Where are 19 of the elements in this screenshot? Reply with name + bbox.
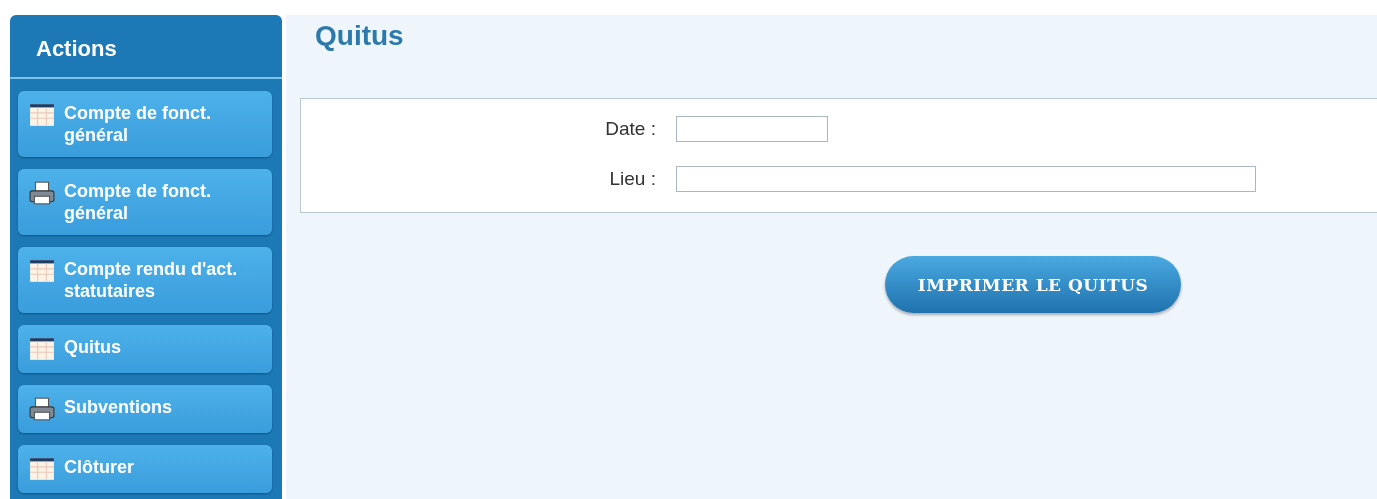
input-field[interactable] bbox=[676, 116, 828, 142]
sidebar-item[interactable]: Clôturer bbox=[18, 445, 272, 493]
page-title: Quitus bbox=[315, 20, 404, 51]
print-button[interactable]: IMPRIMER LE QUITUS bbox=[885, 256, 1181, 313]
field-label: Date : bbox=[604, 118, 656, 140]
field-label: Lieu : bbox=[608, 168, 656, 190]
printer-icon bbox=[28, 180, 56, 206]
sidebar-item[interactable]: Compte de fonct. général bbox=[18, 91, 272, 157]
sidebar-item[interactable]: Subventions bbox=[18, 385, 272, 433]
sidebar-item[interactable]: Compte de fonct. général bbox=[18, 169, 272, 235]
table-icon bbox=[28, 258, 56, 284]
sidebar-item[interactable]: Quitus bbox=[18, 325, 272, 373]
table-icon bbox=[28, 336, 56, 362]
sidebar-item[interactable]: Compte rendu d'act. statutaires bbox=[18, 247, 272, 313]
printer-icon bbox=[28, 396, 56, 422]
table-icon bbox=[28, 456, 56, 482]
table-icon bbox=[28, 102, 56, 128]
sidebar-title: Actions bbox=[10, 15, 282, 79]
input-field[interactable] bbox=[676, 166, 1256, 192]
